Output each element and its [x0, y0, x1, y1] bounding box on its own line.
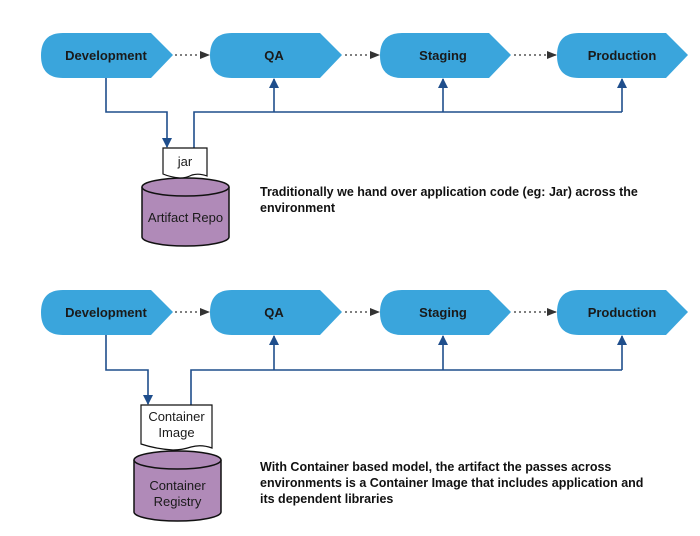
stage-label: QA	[264, 48, 284, 63]
container-image-document: Container Image	[140, 404, 213, 451]
stage-label: Production	[588, 305, 657, 320]
artifact-jar-document: jar	[162, 147, 208, 179]
stage-staging: Staging	[380, 33, 511, 78]
repo-label: Registry	[154, 494, 202, 509]
artifact-label: Container	[148, 409, 205, 424]
stage-qa: QA	[210, 290, 342, 335]
repo-label: Container	[149, 478, 206, 493]
artifact-repo: Artifact Repo	[141, 177, 230, 247]
stage-qa: QA	[210, 33, 342, 78]
container-registry: Container Registry	[133, 450, 222, 522]
diagram-canvas: Development QA Staging Production Artifa…	[41, 33, 688, 522]
repo-label: Artifact Repo	[148, 210, 223, 225]
stage-label: Development	[65, 305, 147, 320]
stage-development: Development	[41, 33, 173, 78]
artifact-label: Image	[158, 425, 194, 440]
traditional-caption: Traditionally we hand over application c…	[260, 185, 638, 215]
publish-connector	[105, 335, 153, 405]
publish-connector	[105, 78, 172, 148]
stage-label: QA	[264, 305, 284, 320]
stage-production: Production	[557, 33, 688, 78]
stage-development: Development	[41, 290, 173, 335]
container-caption: With Container based model, the artifact…	[260, 460, 644, 506]
stage-label: Staging	[419, 48, 467, 63]
stage-label: Development	[65, 48, 147, 63]
deploy-connector	[193, 111, 622, 148]
stage-label: Production	[588, 48, 657, 63]
stage-production: Production	[557, 290, 688, 335]
deploy-connector	[190, 369, 622, 405]
artifact-label: jar	[177, 154, 193, 169]
stage-staging: Staging	[380, 290, 511, 335]
stage-label: Staging	[419, 305, 467, 320]
